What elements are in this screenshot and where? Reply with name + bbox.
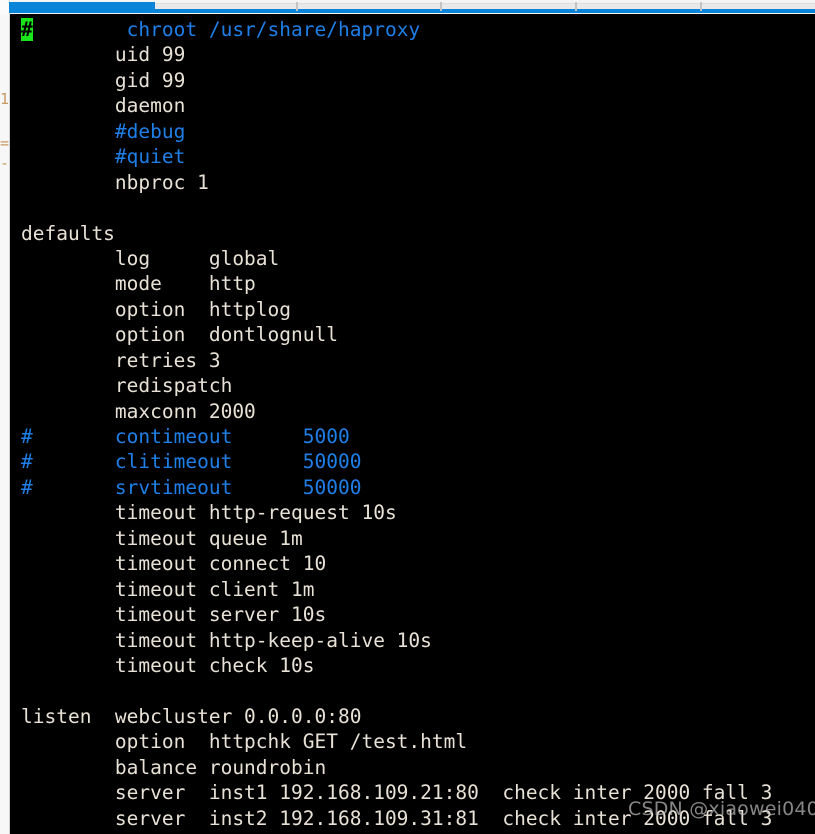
code-line[interactable]: daemon [21, 93, 772, 118]
scrollbar-tick [440, 2, 442, 11]
code-line[interactable]: log global [21, 246, 772, 271]
gutter-ghost-glyph: - [0, 156, 9, 171]
code-line[interactable]: timeout client 1m [21, 577, 772, 602]
code-line[interactable] [21, 195, 772, 220]
code-line[interactable]: #debug [21, 119, 772, 144]
code-line[interactable]: option httpchk GET /test.html [21, 729, 772, 754]
code-line[interactable]: nbproc 1 [21, 170, 772, 195]
gutter-ghost-glyph: = [0, 136, 9, 151]
scrollbar-thumb[interactable] [9, 2, 155, 12]
scrollbar-tick [700, 2, 702, 11]
code-line[interactable]: redispatch [21, 373, 772, 398]
code-line[interactable]: timeout http-keep-alive 10s [21, 628, 772, 653]
terminal-window: 1 = - # chroot /usr/share/haproxy uid 99… [0, 0, 815, 834]
editor-viewport[interactable]: # chroot /usr/share/haproxy uid 99 gid 9… [10, 14, 815, 834]
config-file-text[interactable]: # chroot /usr/share/haproxy uid 99 gid 9… [21, 17, 772, 831]
left-gutter: 1 = - [0, 14, 10, 834]
code-line[interactable]: option httplog [21, 297, 772, 322]
code-line[interactable]: # clitimeout 50000 [21, 449, 772, 474]
code-line[interactable]: listen webcluster 0.0.0.0:80 [21, 704, 772, 729]
code-line[interactable]: mode http [21, 271, 772, 296]
code-line[interactable]: # srvtimeout 50000 [21, 475, 772, 500]
scrollbar-tick [296, 2, 298, 11]
code-line[interactable]: balance roundrobin [21, 755, 772, 780]
code-line[interactable]: server inst1 192.168.109.21:80 check int… [21, 780, 772, 805]
code-line[interactable]: timeout queue 1m [21, 526, 772, 551]
scrollbar-tick [575, 2, 577, 11]
code-line[interactable]: #quiet [21, 144, 772, 169]
code-line[interactable]: # chroot /usr/share/haproxy [21, 17, 772, 42]
code-line[interactable]: uid 99 [21, 42, 772, 67]
code-line[interactable]: timeout connect 10 [21, 551, 772, 576]
code-line[interactable]: timeout http-request 10s [21, 500, 772, 525]
text-cursor: # [21, 18, 33, 41]
code-line[interactable]: # contimeout 5000 [21, 424, 772, 449]
code-line[interactable]: option dontlognull [21, 322, 772, 347]
code-line[interactable]: maxconn 2000 [21, 399, 772, 424]
horizontal-scrollbar[interactable] [0, 0, 815, 14]
code-line[interactable]: timeout server 10s [21, 602, 772, 627]
code-line[interactable]: retries 3 [21, 348, 772, 373]
code-line[interactable] [21, 678, 772, 703]
code-line[interactable]: timeout check 10s [21, 653, 772, 678]
code-line[interactable]: gid 99 [21, 68, 772, 93]
gutter-ghost-glyph: 1 [0, 92, 9, 107]
code-line[interactable]: defaults [21, 221, 772, 246]
code-line[interactable]: server inst2 192.168.109.31:81 check int… [21, 806, 772, 831]
